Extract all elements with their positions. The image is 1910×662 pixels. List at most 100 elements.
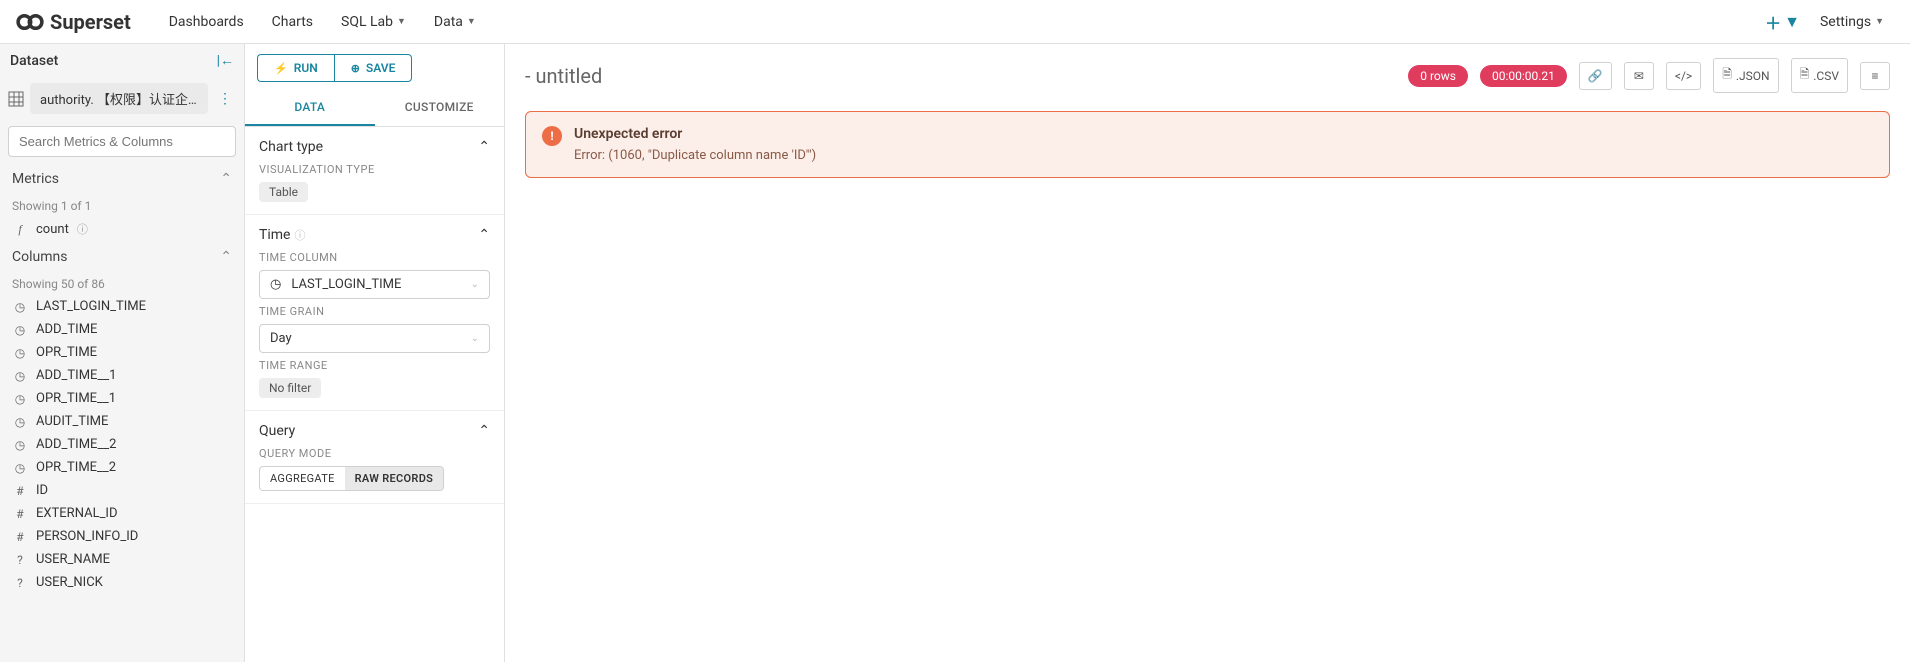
save-icon: ⊕ <box>351 62 360 75</box>
tab-customize[interactable]: CUSTOMIZE <box>375 90 505 126</box>
function-icon: f <box>12 222 28 237</box>
time-range-pill[interactable]: No filter <box>259 378 321 398</box>
hash-icon: # <box>12 484 28 498</box>
chevron-up-icon: ⌃ <box>220 171 232 187</box>
viz-type-label: VISUALIZATION TYPE <box>259 163 490 176</box>
info-icon: ⓘ <box>294 229 305 242</box>
nav-dashboards[interactable]: Dashboards <box>155 14 258 30</box>
time-column-label: TIME COLUMN <box>259 251 490 264</box>
dataset-menu-icon[interactable]: ⋮ <box>214 91 236 107</box>
nav-add-button[interactable]: ＋▼ <box>1755 10 1810 34</box>
dataset-title: Dataset <box>10 53 58 69</box>
run-button[interactable]: ⚡RUN <box>257 54 334 82</box>
code-button[interactable]: </> <box>1666 62 1701 90</box>
metrics-section-toggle[interactable]: Metrics ⌃ <box>0 163 244 195</box>
more-button[interactable]: ≡ <box>1860 62 1890 90</box>
clock-icon: ◷ <box>12 346 28 360</box>
error-title: Unexpected error <box>574 126 816 142</box>
clock-icon: ◷ <box>12 392 28 406</box>
hash-icon: # <box>12 530 28 544</box>
chart-title[interactable]: - untitled <box>525 64 1396 88</box>
column-item[interactable]: # ID <box>0 479 244 502</box>
clock-icon: ◷ <box>12 461 28 475</box>
column-label: ID <box>36 483 48 498</box>
column-label: EXTERNAL_ID <box>36 506 118 521</box>
column-item[interactable]: ◷ADD_TIME__2 <box>0 433 244 456</box>
column-item[interactable]: ◷OPR_TIME <box>0 341 244 364</box>
column-label: PERSON_INFO_ID <box>36 529 138 544</box>
column-label: OPR_TIME__1 <box>36 391 116 406</box>
clock-icon: ◷ <box>12 415 28 429</box>
hamburger-icon: ≡ <box>1871 69 1878 83</box>
json-button[interactable]: 🗎.JSON <box>1713 58 1778 93</box>
chart-type-section-toggle[interactable]: Chart type ⌃ <box>259 139 490 155</box>
caret-down-icon: ▼ <box>397 16 406 27</box>
chart-content: - untitled 0 rows 00:00:00.21 🔗 ✉ </> 🗎.… <box>505 44 1910 662</box>
column-item[interactable]: ?USER_NAME <box>0 548 244 571</box>
nav-charts[interactable]: Charts <box>258 14 327 30</box>
nav-settings[interactable]: Settings▼ <box>1810 14 1894 30</box>
column-label: AUDIT_TIME <box>36 414 108 429</box>
column-item[interactable]: ◷ OPR_TIME__1 <box>0 387 244 410</box>
columns-hint: Showing 50 of 86 <box>0 273 244 295</box>
column-label: ADD_TIME__1 <box>36 368 116 383</box>
column-item[interactable]: ◷OPR_TIME__2 <box>0 456 244 479</box>
link-icon: 🔗 <box>1588 69 1603 83</box>
column-item[interactable]: #EXTERNAL_ID <box>0 502 244 525</box>
q-icon: ? <box>12 576 28 590</box>
clock-icon: ◷ <box>12 300 28 314</box>
csv-button[interactable]: 🗎.CSV <box>1791 58 1848 93</box>
column-label: ADD_TIME <box>36 322 97 337</box>
time-column-select[interactable]: ◷LAST_LOGIN_TIME ⌄ <box>259 270 490 299</box>
columns-section-toggle[interactable]: Columns ⌃ <box>0 241 244 273</box>
mail-button[interactable]: ✉ <box>1624 62 1654 90</box>
caret-down-icon: ▼ <box>1875 16 1884 27</box>
top-nav: Superset Dashboards Charts SQL Lab▼ Data… <box>0 0 1910 44</box>
viz-type-pill[interactable]: Table <box>259 182 308 202</box>
link-button[interactable]: 🔗 <box>1579 62 1612 90</box>
query-mode-label: QUERY MODE <box>259 447 490 460</box>
brand-logo[interactable]: Superset <box>16 8 131 36</box>
column-item[interactable]: ◷ ADD_TIME__1 <box>0 364 244 387</box>
collapse-sidebar-icon[interactable]: |← <box>217 52 234 69</box>
column-item[interactable]: ◷ AUDIT_TIME <box>0 410 244 433</box>
column-label: USER_NAME <box>36 552 110 567</box>
chevron-up-icon: ⌃ <box>220 249 232 265</box>
nav-data[interactable]: Data▼ <box>420 14 490 30</box>
file-icon: 🗎 <box>1800 65 1810 86</box>
file-icon: 🗎 <box>1722 65 1732 86</box>
clock-icon: ◷ <box>12 438 28 452</box>
column-item[interactable]: ◷LAST_LOGIN_TIME <box>0 295 244 318</box>
query-mode-segment[interactable]: AGGREGATE RAW RECORDS <box>259 466 444 491</box>
error-icon: ! <box>542 126 562 146</box>
nav-sql-lab[interactable]: SQL Lab▼ <box>327 14 420 30</box>
clock-icon: ◷ <box>12 369 28 383</box>
time-grain-select[interactable]: Day ⌄ <box>259 324 490 353</box>
error-message: Error: (1060, "Duplicate column name 'ID… <box>574 148 816 163</box>
bolt-icon: ⚡ <box>274 62 288 75</box>
tab-data[interactable]: DATA <box>245 90 375 126</box>
column-item[interactable]: # PERSON_INFO_ID <box>0 525 244 548</box>
column-label: USER_NICK <box>36 575 103 590</box>
mail-icon: ✉ <box>1634 69 1644 83</box>
clock-icon: ◷ <box>270 277 281 292</box>
caret-down-icon: ⌄ <box>471 279 479 290</box>
time-grain-label: TIME GRAIN <box>259 305 490 318</box>
superset-logo-icon <box>16 8 44 36</box>
column-item[interactable]: ◷ ADD_TIME <box>0 318 244 341</box>
column-item[interactable]: ? USER_NICK <box>0 571 244 594</box>
clock-icon: ◷ <box>12 323 28 337</box>
query-mode-raw[interactable]: RAW RECORDS <box>345 467 444 490</box>
control-panel: ⚡RUN ⊕SAVE DATA CUSTOMIZE Chart type ⌃ V… <box>245 44 505 662</box>
save-button[interactable]: ⊕SAVE <box>334 54 413 82</box>
search-input[interactable] <box>8 126 236 157</box>
help-icon: ⓘ <box>77 221 88 237</box>
metric-item[interactable]: f count ⓘ <box>0 217 244 241</box>
dataset-select[interactable]: authority. 【权限】认证企业数 <box>30 83 208 114</box>
dataset-sidebar: Dataset |← authority. 【权限】认证企业数 ⋮ Metric… <box>0 44 245 662</box>
query-section-toggle[interactable]: Query ⌃ <box>259 423 490 439</box>
time-section-toggle[interactable]: Timeⓘ ⌃ <box>259 227 490 243</box>
query-mode-aggregate[interactable]: AGGREGATE <box>260 467 345 490</box>
time-range-label: TIME RANGE <box>259 359 490 372</box>
chevron-up-icon: ⌃ <box>478 227 490 243</box>
